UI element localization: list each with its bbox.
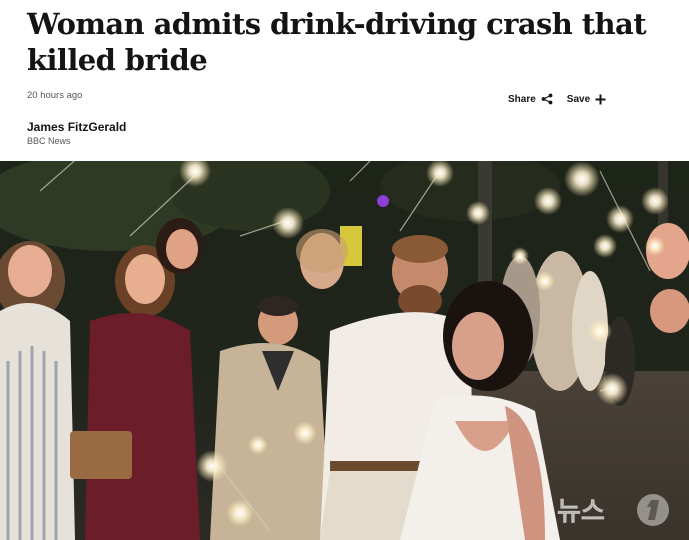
article-hero-image: 뉴스 bbox=[0, 161, 689, 540]
save-button[interactable]: Save bbox=[567, 94, 606, 105]
article-actions: Share Save bbox=[508, 93, 606, 105]
save-label: Save bbox=[566, 93, 591, 105]
svg-text:뉴스: 뉴스 bbox=[557, 497, 605, 527]
article-source: BBC News bbox=[27, 136, 71, 146]
share-button[interactable]: Share bbox=[508, 93, 553, 105]
plus-icon bbox=[595, 94, 606, 104]
share-label: Share bbox=[508, 93, 536, 105]
article-timestamp: 20 hours ago bbox=[27, 90, 83, 101]
share-icon bbox=[541, 93, 553, 105]
article-headline: Woman admits drink-driving crash that ki… bbox=[27, 7, 647, 77]
news1-logo-icon: 뉴스 bbox=[557, 494, 669, 527]
news1-watermark: 뉴스 bbox=[555, 492, 673, 528]
article-author: James FitzGerald bbox=[27, 120, 127, 134]
